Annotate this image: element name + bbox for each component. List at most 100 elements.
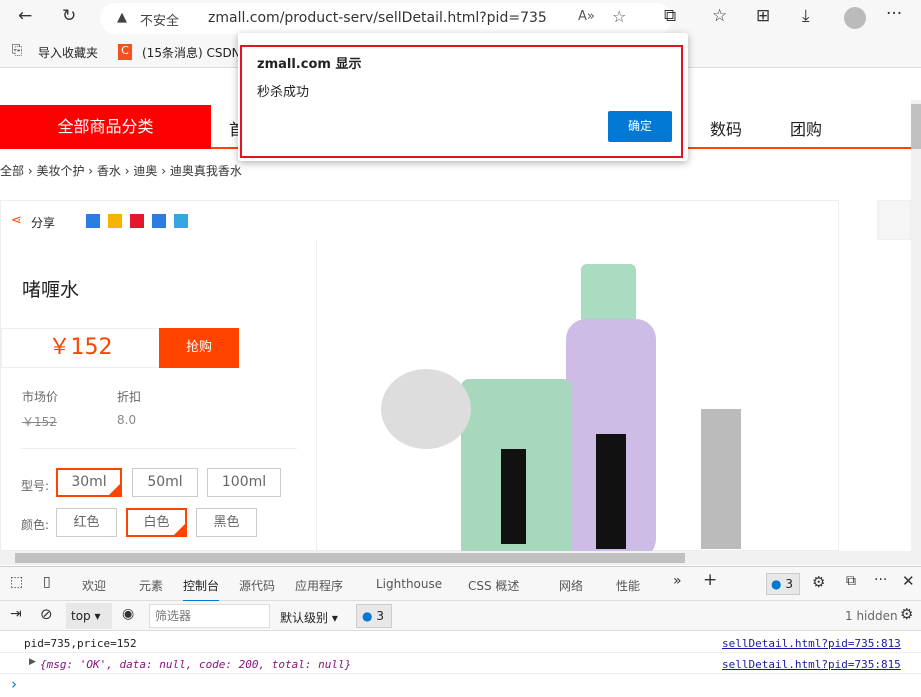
- sidebar-toggle-icon[interactable]: ⇥: [10, 606, 22, 622]
- product-title: 啫喱水: [22, 279, 80, 301]
- product-price: ￥152: [1, 328, 160, 368]
- crumb[interactable]: 全部: [0, 164, 24, 178]
- back-icon[interactable]: ←: [18, 6, 32, 26]
- dock-icon[interactable]: ⧉: [846, 573, 856, 589]
- download-icon[interactable]: ⤓: [802, 6, 810, 26]
- extensions-icon[interactable]: ⧉: [664, 6, 676, 26]
- console-prompt[interactable]: ›: [11, 675, 17, 693]
- tab-welcome[interactable]: 欢迎: [82, 577, 106, 594]
- live-expression-icon[interactable]: ◉: [122, 606, 134, 622]
- horizontal-scrollbar[interactable]: [0, 551, 921, 565]
- favorites-icon[interactable]: ☆: [712, 6, 727, 26]
- market-price-label: 市场价: [22, 390, 59, 404]
- device-icon[interactable]: ▯: [43, 574, 51, 590]
- level-value: 默认级别: [280, 611, 329, 625]
- bookmark-csdn[interactable]: (15条消息) CSDN: [142, 44, 241, 61]
- more-icon[interactable]: ···: [874, 572, 887, 588]
- read-aloud-icon[interactable]: A»: [578, 9, 595, 24]
- color-option[interactable]: 白色: [126, 508, 187, 537]
- settings-icon[interactable]: ⚙: [812, 573, 825, 591]
- tab-css-overview[interactable]: CSS 概述: [468, 577, 519, 594]
- alert-dialog: zmall.com 显示 秒杀成功 确定: [238, 33, 688, 161]
- favorite-add-icon[interactable]: ☆: [612, 7, 626, 26]
- console-settings-icon[interactable]: ⚙: [900, 605, 913, 623]
- tab-console[interactable]: 控制台: [183, 577, 220, 602]
- vertical-scrollbar[interactable]: [911, 100, 921, 551]
- color-option[interactable]: 红色: [56, 508, 117, 537]
- expand-triangle-icon[interactable]: ▶: [29, 657, 36, 667]
- tab-application[interactable]: 应用程序: [295, 577, 343, 594]
- crumb[interactable]: 美妆个护: [36, 164, 84, 178]
- issues-count: 3: [785, 577, 793, 591]
- color-option[interactable]: 黑色: [196, 508, 257, 537]
- share-label[interactable]: 分享: [31, 214, 55, 231]
- crumb[interactable]: 香水: [97, 164, 121, 178]
- divider: [316, 241, 317, 551]
- model-option[interactable]: 100ml: [207, 468, 281, 497]
- share-pengyou-icon[interactable]: [174, 214, 188, 228]
- all-categories-button[interactable]: 全部商品分类: [0, 105, 211, 149]
- avatar[interactable]: [844, 7, 866, 29]
- divider: [21, 448, 297, 449]
- issues-filter-badge[interactable]: ● 3: [356, 604, 392, 628]
- share-renren-icon[interactable]: [152, 214, 166, 228]
- discount-label: 折扣: [117, 390, 142, 404]
- tab-performance[interactable]: 性能: [616, 577, 640, 594]
- address-bar[interactable]: ▲ 不安全 zmall.com/product-serv/sellDetail.…: [100, 3, 672, 34]
- import-icon: ⎘: [12, 43, 23, 58]
- add-tab-icon[interactable]: +: [703, 570, 717, 590]
- dialog-message: 秒杀成功: [257, 85, 310, 100]
- ok-button[interactable]: 确定: [608, 111, 672, 142]
- tab-network[interactable]: 网络: [559, 577, 583, 594]
- buy-button[interactable]: 抢购: [159, 328, 239, 368]
- csdn-icon: C: [118, 44, 132, 60]
- share-qzone-icon[interactable]: [108, 214, 122, 228]
- nav-item-groupbuy[interactable]: 团购: [790, 116, 822, 140]
- market-price: ￥152: [22, 415, 57, 429]
- more-icon[interactable]: ···: [886, 4, 902, 24]
- model-option[interactable]: 30ml: [56, 468, 122, 497]
- log-source-link[interactable]: sellDetail.html?pid=735:813: [722, 637, 901, 650]
- filter-input[interactable]: [149, 604, 270, 628]
- context-select[interactable]: top ▾: [66, 603, 112, 629]
- more-tabs-icon[interactable]: »: [673, 573, 682, 589]
- discount-value: 8.0: [117, 413, 137, 427]
- inspect-icon[interactable]: ⬚: [10, 574, 23, 590]
- devtools-panel: ⬚ ▯ 欢迎 元素 控制台 源代码 应用程序 Lighthouse CSS 概述…: [0, 566, 921, 697]
- share-qq-icon[interactable]: [86, 214, 100, 228]
- model-option[interactable]: 50ml: [132, 468, 198, 497]
- tab-elements[interactable]: 元素: [139, 577, 163, 594]
- collections-icon[interactable]: ⊞: [756, 6, 770, 26]
- level-select[interactable]: 默认级别 ▾: [280, 609, 338, 626]
- product-panel: ⋖ 分享 啫喱水 ￥152 抢购 市场价 折扣 ￥152 8.0 型号: 30m…: [0, 200, 839, 551]
- warning-icon: ▲: [117, 10, 127, 25]
- side-panel: [877, 200, 911, 240]
- log-source-link[interactable]: sellDetail.html?pid=735:815: [722, 658, 901, 671]
- breadcrumb: 全部 › 美妆个护 › 香水 › 迪奥 › 迪奥真我香水: [0, 164, 242, 178]
- refresh-icon[interactable]: ↻: [62, 6, 76, 26]
- issues-badge[interactable]: ● 3: [766, 573, 800, 595]
- console-log-row: pid=735,price=152 sellDetail.html?pid=73…: [0, 632, 921, 653]
- issues-count: 3: [376, 609, 384, 623]
- dialog-title: zmall.com 显示: [257, 57, 362, 72]
- crumb[interactable]: 迪奥: [133, 164, 157, 178]
- bookmark-import[interactable]: 导入收藏夹: [38, 44, 98, 61]
- share-icon[interactable]: ⋖: [11, 213, 22, 228]
- context-value: top: [71, 609, 91, 623]
- log-message: pid=735,price=152: [24, 637, 137, 650]
- browser-toolbar: ← ↻ ▲ 不安全 zmall.com/product-serv/sellDet…: [0, 0, 921, 36]
- console-log-row: ▶ {msg: 'OK', data: null, code: 200, tot…: [0, 653, 921, 674]
- close-icon[interactable]: ✕: [902, 572, 915, 590]
- crumb[interactable]: 迪奥真我香水: [170, 164, 242, 178]
- clear-console-icon[interactable]: ⊘: [40, 605, 53, 623]
- share-weibo-icon[interactable]: [130, 214, 144, 228]
- model-label: 型号:: [21, 479, 50, 493]
- product-image: [381, 264, 741, 551]
- tab-lighthouse[interactable]: Lighthouse: [376, 577, 442, 591]
- tab-sources[interactable]: 源代码: [239, 577, 275, 594]
- log-object[interactable]: {msg: 'OK', data: null, code: 200, total…: [40, 658, 351, 671]
- url-text[interactable]: zmall.com/product-serv/sellDetail.html?p…: [208, 10, 547, 26]
- security-label[interactable]: 不安全: [140, 10, 179, 29]
- hidden-count: 1 hidden: [845, 609, 898, 623]
- nav-item-digital[interactable]: 数码: [710, 116, 742, 140]
